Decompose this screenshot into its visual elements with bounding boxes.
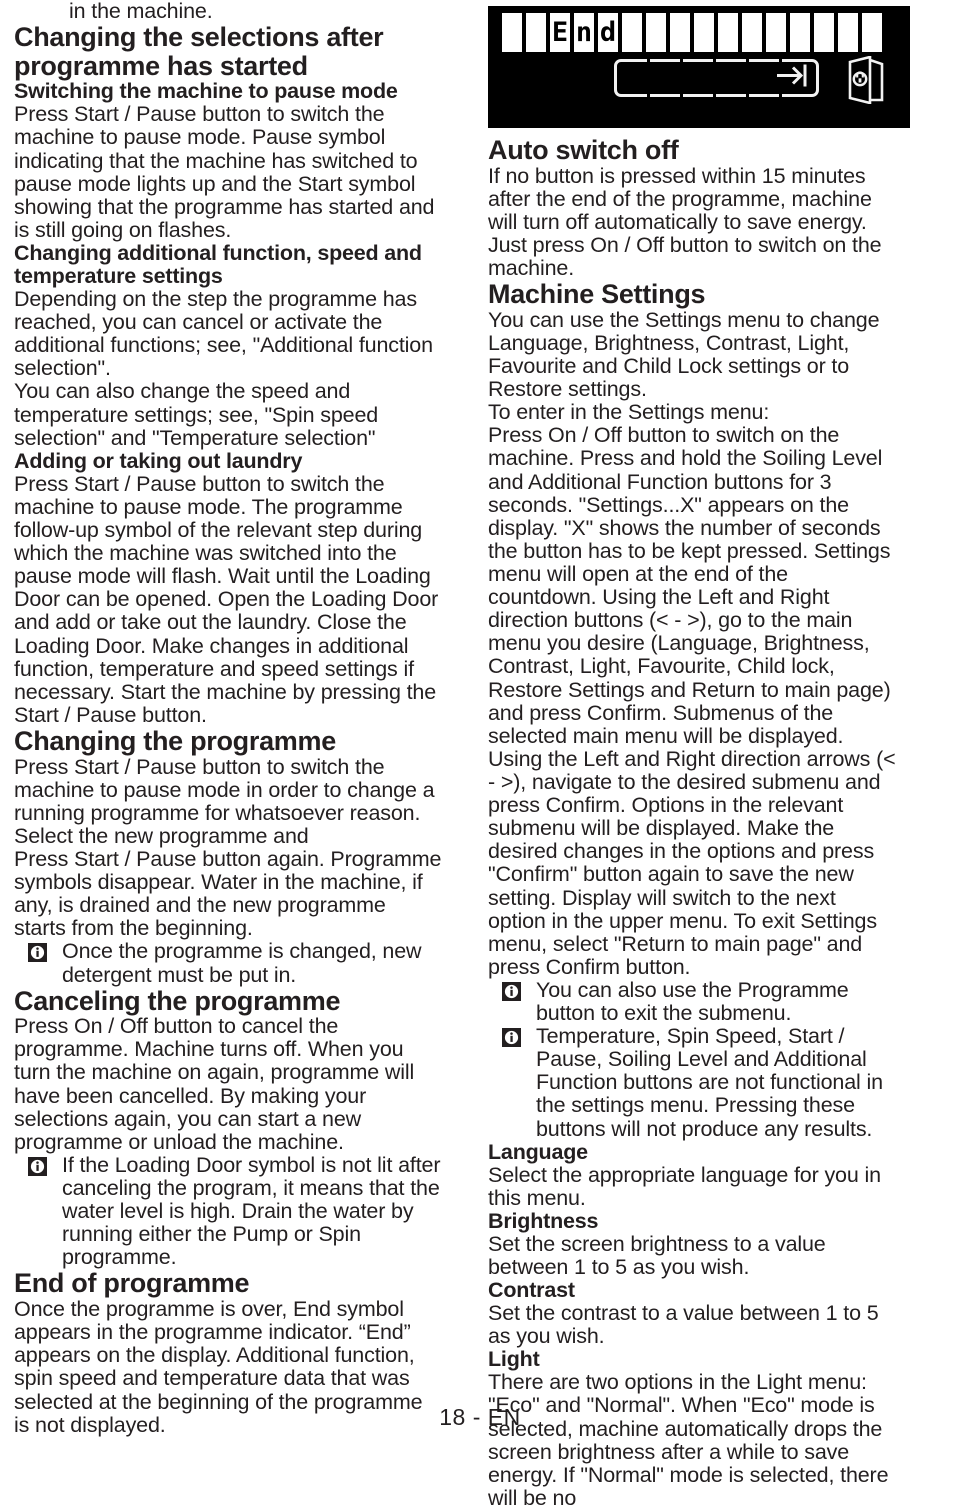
lcd-cell (694, 13, 714, 52)
lcd-cell: E (550, 13, 570, 52)
heading-end-of-programme: End of programme (14, 1268, 250, 1299)
lcd-character-cells: E n d (502, 13, 882, 52)
heading-canceling-programme: Canceling the programme (14, 985, 341, 1016)
lcd-cell (814, 13, 834, 52)
subheading-changing-additional-function: Changing additional function, speed and … (14, 240, 422, 288)
heading-changing-programme: Changing the programme (14, 725, 336, 756)
lcd-glyph-n: n (575, 17, 593, 48)
lcd-cell (670, 13, 690, 52)
note-programme-button-exit-text: You can also use the Programme button to… (536, 977, 849, 1026)
note-detergent-text: Once the programme is changed, new deter… (62, 939, 422, 987)
heading-auto-switch-off: Auto switch off (488, 135, 679, 165)
door-lock-icon (844, 55, 888, 105)
info-icon (28, 943, 47, 963)
note-programme-button-exit: You can also use the Programme button to… (488, 977, 898, 1026)
paragraph-settings-menu-overview: You can use the Settings menu to change … (488, 307, 880, 402)
heading-contrast: Contrast (488, 1278, 575, 1303)
paragraph-light: There are two options in the Light menu:… (488, 1370, 889, 1510)
lcd-cell: n (574, 13, 594, 52)
page-footer: 18 - EN (439, 1404, 521, 1430)
two-column-layout: in the machine. Changing the selections … (0, 0, 960, 1510)
heading-language: Language (488, 1139, 588, 1164)
arrow-to-end-icon (776, 63, 810, 94)
lcd-display-end-figure: E n d (488, 6, 910, 128)
heading-changing-selections: Changing the selections after programme … (14, 22, 384, 81)
heading-machine-settings: Machine Settings (488, 279, 706, 310)
lcd-cell (718, 13, 738, 52)
paragraph-contrast: Set the contrast to a value between 1 to… (488, 1301, 879, 1349)
lcd-glyph-d: d (599, 17, 617, 48)
paragraph-changing-programme-a: Press Start / Pause button to switch the… (14, 754, 435, 848)
lcd-cell (646, 13, 666, 52)
info-icon (28, 1156, 47, 1176)
paragraph-enter-settings-label: To enter in the Settings menu: (488, 400, 770, 425)
note-detergent: Once the programme is changed, new deter… (14, 940, 443, 986)
lcd-cell (526, 13, 546, 52)
lcd-cell (502, 13, 522, 52)
progress-bar-icon (614, 59, 819, 97)
info-icon (502, 1028, 521, 1048)
note-loading-door: If the Loading Door symbol is not lit af… (14, 1152, 443, 1270)
lcd-cell (742, 13, 762, 52)
paragraph-auto-switch-off: If no button is pressed within 15 minute… (488, 163, 882, 281)
lcd-cell (766, 13, 786, 52)
paragraph-changing-programme-b: Press Start / Pause button again. Progra… (14, 847, 442, 941)
paragraph-settings-instructions: Press On / Off button to switch on the m… (488, 423, 896, 979)
right-column: E n d Auto switch off If no button is pr… (455, 0, 910, 1510)
lcd-cell (838, 13, 858, 52)
paragraph-pause-mode: Press Start / Pause button to switch the… (14, 102, 435, 242)
info-icon (502, 981, 521, 1001)
paragraph-canceling-programme: Press On / Off button to cancel the prog… (14, 1014, 415, 1154)
paragraph-speed-temperature: You can also change the speed and temper… (14, 379, 379, 450)
heading-light: Light (488, 1347, 540, 1372)
note-buttons-not-functional-text: Temperature, Spin Speed, Start / Pause, … (536, 1024, 883, 1141)
paragraph-language: Select the appropriate language for you … (488, 1162, 881, 1210)
lcd-cell (790, 13, 810, 52)
lcd-glyph-e: E (551, 17, 569, 48)
lcd-cell: d (598, 13, 618, 52)
paragraph-additional-function: Depending on the step the programme has … (14, 286, 433, 381)
note-buttons-not-functional: Temperature, Spin Speed, Start / Pause, … (488, 1025, 898, 1141)
subheading-switching-pause-mode: Switching the machine to pause mode (14, 79, 398, 104)
lcd-cell (622, 13, 642, 52)
subheading-adding-taking-laundry: Adding or taking out laundry (14, 448, 303, 473)
paragraph-adding-laundry: Press Start / Pause button to switch the… (14, 471, 439, 727)
manual-page: in the machine. Changing the selections … (0, 0, 960, 1509)
lead-text: in the machine. (69, 0, 213, 23)
paragraph-brightness: Set the screen brightness to a value bet… (488, 1231, 826, 1280)
heading-brightness: Brightness (488, 1208, 599, 1233)
left-column: in the machine. Changing the selections … (0, 0, 455, 1437)
lcd-cell (862, 13, 882, 52)
note-loading-door-text: If the Loading Door symbol is not lit af… (62, 1152, 441, 1270)
